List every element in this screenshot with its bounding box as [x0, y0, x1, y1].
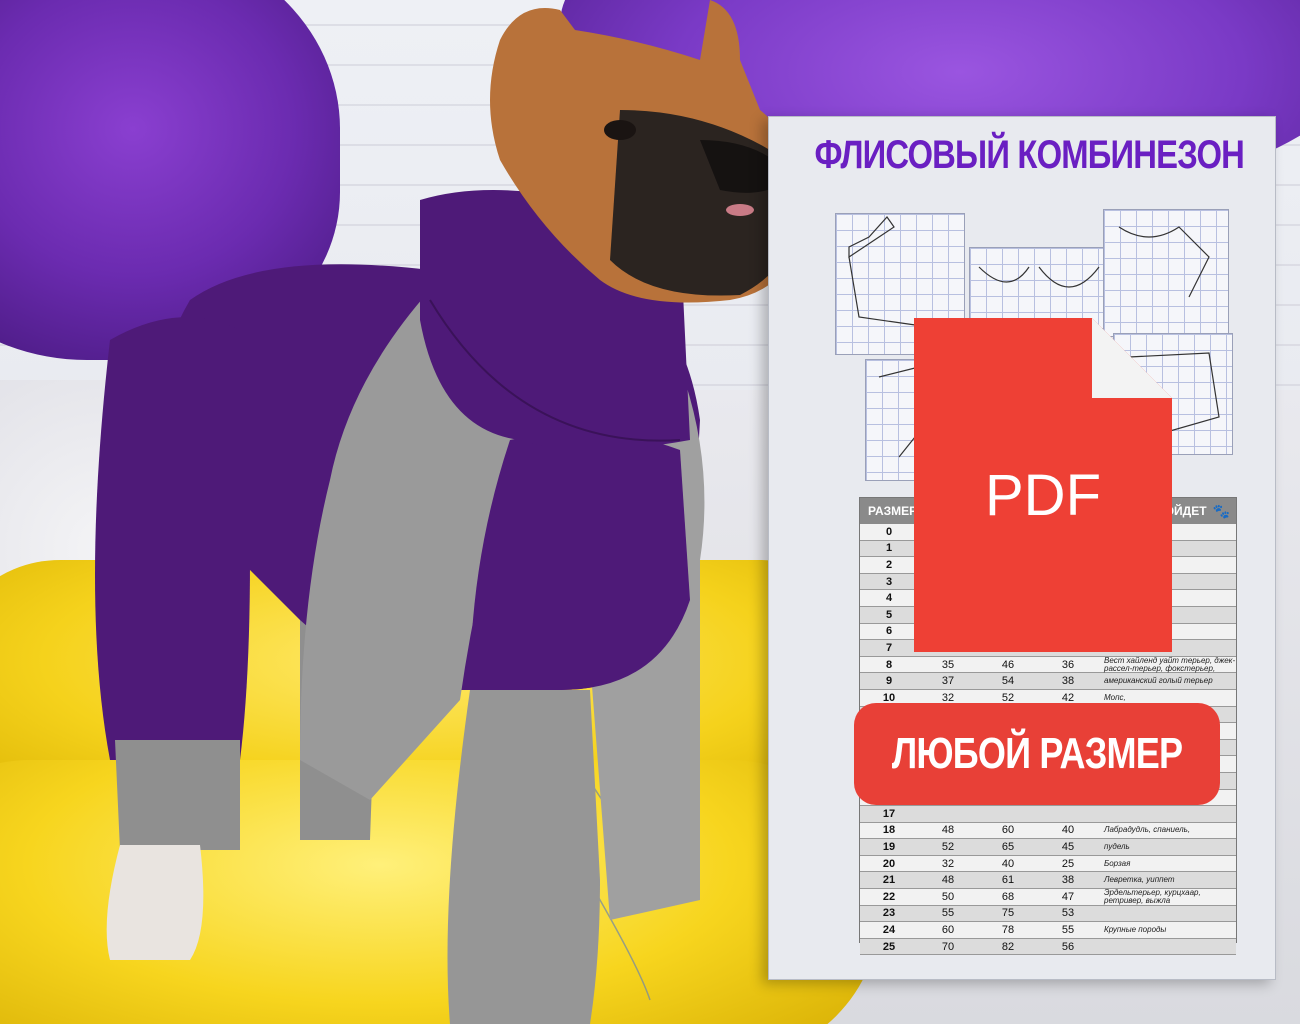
table-cell-c: 47	[1061, 890, 1075, 903]
table-cell-c: 40	[1061, 824, 1075, 837]
table-cell-a: 55	[941, 907, 955, 920]
table-cell-b: 40	[1001, 857, 1015, 870]
table-row: 25 70 82 56	[860, 938, 1236, 956]
table-cell-breed: Эрдельтерьер, курцхаар, ретривер, выжла	[1104, 887, 1201, 905]
table-cell-b: 46	[1001, 658, 1015, 671]
table-cell-breed: Борзая	[1104, 858, 1131, 868]
table-cell-breed: Лабрадудль, спаниель,	[1104, 825, 1191, 835]
table-cell-size: 24	[882, 924, 896, 937]
table-row: 24 60 78 55 Крупные породы	[860, 922, 1236, 939]
table-cell-size: 25	[882, 940, 896, 953]
table-cell-a: 48	[941, 824, 955, 837]
table-cell-size: 3	[885, 575, 893, 588]
table-cell-size: 20	[882, 857, 896, 870]
table-cell-size: 1	[885, 542, 893, 555]
table-cell-c: 56	[1061, 940, 1075, 953]
table-cell-size: 4	[885, 592, 893, 605]
table-cell-b: 60	[1001, 824, 1015, 837]
table-cell-b: 75	[1001, 907, 1015, 920]
table-row: 8 35 46 36 Вест хайленд уайт терьер, джек-ра…	[860, 655, 1236, 674]
table-row: 9 37 54 38 американский голый терьер	[860, 673, 1236, 690]
table-cell-size: 10	[882, 691, 896, 704]
table-row: 22 50 68 47 Эрдельтерьер, курцхаар, ретривер…	[860, 887, 1236, 906]
size-header-label: РАЗМЕР	[868, 504, 918, 518]
table-cell-size: 9	[885, 675, 893, 688]
table-row: 20 32 40 25 Борзая	[860, 856, 1236, 873]
table-cell-size: 18	[882, 824, 896, 837]
table-row: 18 48 60 40 Лабрадудль, спаниель,	[860, 823, 1236, 840]
table-cell-size: 23	[882, 907, 896, 920]
dog-in-jumpsuit-image	[95, 0, 802, 1024]
table-cell-a: 60	[941, 924, 955, 937]
table-cell-breed: Левретка, уиппет	[1104, 875, 1175, 885]
table-cell-b: 54	[1001, 675, 1015, 688]
table-cell-breed: пудель	[1104, 842, 1130, 852]
table-cell-c: 42	[1061, 691, 1075, 704]
table-cell-size: 0	[885, 525, 893, 538]
table-cell-size: 22	[882, 890, 896, 903]
table-cell-c: 38	[1061, 675, 1075, 688]
product-banner: ФЛИСОВЫЙ КОМБИНЕЗОН РАЗМЕР ПОДОЙДЕТ 🐾 0 …	[0, 0, 1300, 1024]
table-cell-size: 17	[882, 807, 896, 820]
table-cell-b: 65	[1001, 841, 1015, 854]
table-cell-c: 36	[1061, 658, 1075, 671]
table-cell-size: 2	[885, 558, 893, 571]
table-cell-c: 38	[1061, 874, 1075, 887]
table-cell-c: 25	[1061, 857, 1075, 870]
table-cell-a: 52	[941, 841, 955, 854]
table-cell-breed: Мопс,	[1104, 692, 1126, 702]
table-cell-b: 52	[1001, 691, 1015, 704]
table-row: 19 52 65 45 пудель	[860, 839, 1236, 856]
table-cell-breed: американский голый терьер	[1104, 676, 1213, 686]
table-cell-c: 55	[1061, 924, 1075, 937]
table-cell-size: 5	[885, 608, 893, 621]
table-row: 17	[860, 806, 1236, 823]
table-row: 21 48 61 38 Левретка, уиппет	[860, 872, 1236, 890]
paw-icon: 🐾	[1212, 502, 1230, 519]
table-cell-size: 19	[882, 841, 896, 854]
table-cell-b: 78	[1001, 924, 1015, 937]
table-cell-b: 68	[1001, 890, 1015, 903]
table-cell-b: 61	[1001, 874, 1015, 887]
table-cell-size: 7	[885, 641, 893, 654]
table-cell-a: 32	[941, 857, 955, 870]
any-size-button[interactable]: ЛЮБОЙ РАЗМЕР	[854, 703, 1220, 805]
table-cell-breed: Крупные породы	[1104, 925, 1167, 935]
table-row: 23 55 75 53	[860, 905, 1236, 923]
table-cell-size: 21	[882, 874, 896, 887]
table-cell-a: 35	[941, 658, 955, 671]
table-cell-a: 48	[941, 874, 955, 887]
table-cell-size: 8	[885, 658, 893, 671]
any-size-label: ЛЮБОЙ РАЗМЕР	[891, 729, 1183, 778]
table-cell-b: 82	[1001, 940, 1015, 953]
pdf-label: PDF	[985, 463, 1101, 528]
table-cell-a: 50	[941, 890, 955, 903]
table-cell-a: 37	[941, 675, 955, 688]
table-cell-a: 70	[941, 940, 955, 953]
table-cell-c: 45	[1061, 841, 1075, 854]
table-cell-size: 6	[885, 625, 893, 638]
table-cell-c: 53	[1061, 907, 1075, 920]
table-cell-a: 32	[941, 691, 955, 704]
table-cell-breed: Вест хайленд уайт терьер, джек-рассел-те…	[1104, 655, 1236, 673]
